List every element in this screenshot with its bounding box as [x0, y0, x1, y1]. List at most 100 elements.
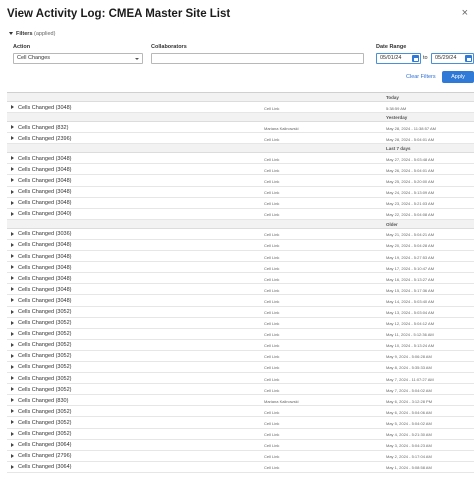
expand-caret-icon[interactable] [11, 387, 14, 392]
activity-row[interactable]: Cells Changed (3048) Cell Link May 16, 202… [7, 273, 474, 285]
activity-user: Cell Link [264, 420, 280, 426]
activity-row[interactable]: Cells Changed (3064) Cell Link May 1, 2024… [7, 462, 474, 473]
activity-user: Cell Link [264, 178, 280, 184]
expand-caret-icon[interactable] [11, 342, 14, 347]
activity-row[interactable]: Cells Changed (3052) Cell Link May 7, 2024… [7, 384, 474, 396]
expand-caret-icon[interactable] [11, 376, 14, 381]
activity-timestamp: May 27, 2024 - 5:03:48 AM [386, 156, 435, 162]
apply-button[interactable]: Apply [442, 71, 474, 83]
activity-action: Cells Changed (3052) [18, 320, 72, 327]
activity-action: Cells Changed (3048) [18, 200, 72, 207]
activity-user: Cell Link [264, 105, 280, 111]
activity-row[interactable]: Cells Changed (832) Mariana Kalinowski May… [7, 122, 474, 134]
activity-row[interactable]: Cells Changed (3052) Cell Link May 12, 202… [7, 318, 474, 329]
expand-caret-icon[interactable] [11, 265, 14, 270]
activity-row[interactable]: Cells Changed (830) Mariana Kalinowski May… [7, 395, 474, 407]
activity-action: Cells Changed (2796) [18, 453, 72, 460]
date-from-value: 05/01/24 [380, 55, 402, 61]
activity-row[interactable]: Cells Changed (3048) Cell Link May 27, 202… [7, 153, 474, 165]
filters-toggle[interactable]: Filters (applied) [9, 31, 55, 37]
expand-caret-icon[interactable] [11, 167, 14, 172]
activity-row[interactable]: Cells Changed (3052) Cell Link May 13, 202… [7, 307, 474, 318]
activity-timestamp: May 12, 2024 - 5:04:12 AM [386, 321, 435, 327]
expand-caret-icon[interactable] [11, 242, 14, 247]
activity-row[interactable]: Cells Changed (3048) Cell Link May 20, 202… [7, 240, 474, 252]
activity-user: Cell Link [264, 298, 280, 304]
activity-user: Cell Link [264, 343, 280, 349]
expand-caret-icon[interactable] [11, 105, 14, 109]
collaborators-input[interactable] [151, 53, 364, 64]
activity-row[interactable]: Cells Changed (3052) Cell Link May 8, 2024… [7, 362, 474, 374]
expand-caret-icon[interactable] [11, 287, 14, 292]
activity-row[interactable]: Cells Changed (3052) Cell Link May 7, 2024… [7, 373, 474, 385]
expand-caret-icon[interactable] [11, 156, 14, 161]
activity-timestamp: May 3, 2024 - 5:04:23 AM [386, 443, 432, 449]
activity-row[interactable]: Cells Changed (3048) Cell Link May 17, 202… [7, 262, 474, 274]
activity-action: Cells Changed (3040) [18, 211, 72, 218]
activity-row[interactable]: Cells Changed (3052) Cell Link May 6, 2024… [7, 406, 474, 418]
activity-action: Cells Changed (3036) [18, 231, 72, 238]
group-label: Today [386, 95, 399, 100]
date-from-input[interactable]: 05/01/24 [376, 53, 421, 64]
expand-caret-icon[interactable] [11, 254, 14, 259]
calendar-icon[interactable] [412, 55, 419, 62]
activity-row[interactable]: Cells Changed (3040) Cell Link May 22, 202… [7, 209, 474, 220]
calendar-icon[interactable] [465, 55, 472, 62]
activity-row[interactable]: Cells Changed (3048) Cell Link May 23, 202… [7, 198, 474, 209]
expand-caret-icon[interactable] [11, 320, 14, 325]
activity-timestamp: May 4, 2024 - 5:21:30 AM [386, 432, 432, 438]
expand-caret-icon[interactable] [11, 453, 14, 458]
activity-user: Cell Link [264, 443, 280, 449]
expand-caret-icon[interactable] [11, 276, 14, 281]
date-to-input[interactable]: 05/29/24 [431, 53, 474, 64]
activity-row[interactable]: Cells Changed (3052) Cell Link May 10, 202… [7, 340, 474, 351]
activity-row[interactable]: Cells Changed (3052) Cell Link May 11, 202… [7, 329, 474, 340]
activity-action: Cells Changed (3052) [18, 408, 72, 415]
expand-caret-icon[interactable] [11, 136, 14, 141]
activity-row[interactable]: Cells Changed (3048) Cell Link May 26, 202… [7, 164, 474, 176]
expand-caret-icon[interactable] [11, 189, 14, 194]
expand-caret-icon[interactable] [11, 364, 14, 369]
expand-caret-icon[interactable] [11, 231, 14, 236]
expand-caret-icon[interactable] [11, 200, 14, 205]
activity-row[interactable]: Cells Changed (3048) Cell Link May 15, 202… [7, 284, 474, 296]
activity-timestamp: May 1, 2024 - 5:08:58 AM [386, 465, 432, 471]
clear-filters-link[interactable]: Clear Filters [406, 74, 436, 80]
activity-row[interactable]: Cells Changed (3048) Cell Link May 14, 202… [7, 295, 474, 307]
group-label: Older [386, 221, 398, 227]
activity-row[interactable]: Cells Changed (3048) Cell Link May 25, 202… [7, 175, 474, 187]
expand-caret-icon[interactable] [11, 409, 14, 414]
activity-row[interactable]: Cells Changed (3036) Cell Link May 21, 202… [7, 229, 474, 240]
expand-caret-icon[interactable] [11, 298, 14, 303]
activity-timestamp: May 24, 2024 - 5:13:09 AM [386, 190, 435, 196]
expand-caret-icon[interactable] [11, 398, 14, 403]
collaborators-label: Collaborators [151, 44, 187, 50]
expand-caret-icon[interactable] [11, 178, 14, 183]
expand-caret-icon[interactable] [11, 431, 14, 436]
expand-caret-icon[interactable] [11, 353, 14, 358]
expand-caret-icon[interactable] [11, 464, 14, 469]
activity-action: Cells Changed (3048) [18, 166, 72, 173]
activity-row[interactable]: Cells Changed (3052) Cell Link May 9, 2024… [7, 351, 474, 362]
expand-caret-icon[interactable] [11, 211, 14, 216]
expand-caret-icon[interactable] [11, 442, 14, 447]
expand-caret-icon[interactable] [11, 125, 14, 130]
activity-row[interactable]: Cells Changed (3048) Cell Link May 19, 202… [7, 251, 474, 263]
activity-action: Cells Changed (3048) [18, 253, 72, 260]
activity-user: Cell Link [264, 387, 280, 393]
activity-row[interactable]: Cells Changed (3048) Cell Link 5:38:59 AM [7, 102, 474, 114]
activity-row[interactable]: Cells Changed (3048) Cell Link May 24, 202… [7, 187, 474, 198]
group-label: Yesterday [386, 115, 408, 121]
activity-row[interactable]: Cells Changed (2796) Cell Link May 2, 2024… [7, 451, 474, 462]
expand-caret-icon[interactable] [11, 309, 14, 314]
expand-caret-icon[interactable] [11, 420, 14, 425]
expand-caret-icon[interactable] [11, 331, 14, 336]
close-icon[interactable]: × [462, 7, 468, 19]
activity-action: Cells Changed (3052) [18, 375, 72, 382]
activity-row[interactable]: Cells Changed (3064) Cell Link May 3, 2024… [7, 440, 474, 451]
activity-row[interactable]: Cells Changed (3052) Cell Link May 5, 2024… [7, 417, 474, 429]
activity-row[interactable]: Cells Changed (2396) Cell Link May 28, 202… [7, 133, 474, 145]
activity-row[interactable]: Cells Changed (3052) Cell Link May 4, 2024… [7, 429, 474, 440]
action-select[interactable]: Cell Changes [13, 53, 143, 64]
activity-action: Cells Changed (3048) [18, 242, 72, 249]
